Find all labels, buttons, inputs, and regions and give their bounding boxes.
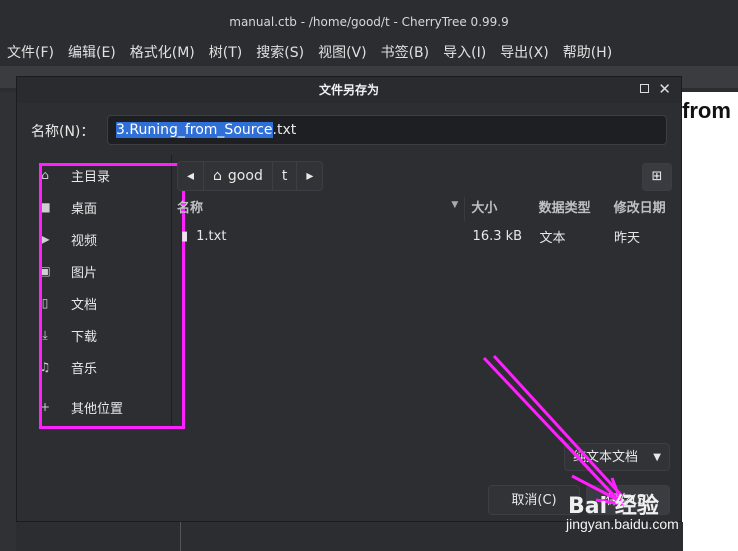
- annotation-arrow: [482, 354, 625, 506]
- watermark: Bai 经验 jingyan.baidu.com: [560, 480, 738, 550]
- watermark-url: jingyan.baidu.com: [566, 516, 679, 532]
